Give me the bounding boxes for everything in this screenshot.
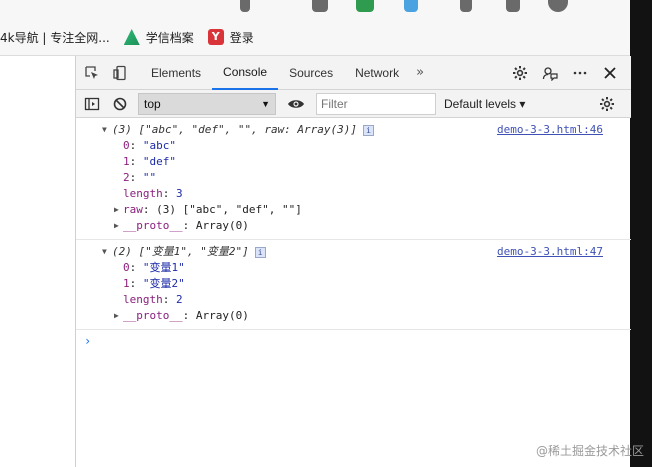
log-entry-header[interactable]: ▼ (2) ["变量1", "变量2"] i demo-3-3.html:47 [76, 244, 631, 260]
eye-icon[interactable] [282, 87, 310, 121]
context-selector[interactable]: top ▼ [138, 92, 276, 115]
more-tabs-button[interactable]: » [410, 65, 430, 80]
close-icon[interactable] [595, 56, 625, 90]
tab-fragment [356, 0, 374, 12]
prompt-chevron-icon: › [84, 334, 92, 348]
expand-arrow-icon[interactable]: ▶ [114, 202, 119, 218]
info-icon[interactable]: i [254, 246, 266, 258]
browser-chrome: 4k导航 | 专注全网... 学信档案 Y 登录 [0, 0, 630, 56]
tab-fragment [506, 0, 520, 12]
expand-arrow-icon[interactable]: ▶ [114, 308, 119, 324]
devtools-actions [505, 56, 625, 90]
log-entry: ▼ (2) ["变量1", "变量2"] i demo-3-3.html:47 0… [76, 240, 631, 330]
array-length: length: 3 [123, 187, 183, 200]
info-icon[interactable]: i [363, 124, 375, 136]
array-item: 1: "def" [123, 155, 176, 168]
proto-property[interactable]: ▶ __proto__: Array(0) [76, 308, 631, 324]
clear-console-icon[interactable] [106, 87, 134, 121]
bookmark-xuexin[interactable]: 学信档案 [123, 29, 194, 46]
array-summary: (2) ["变量1", "变量2"] [112, 245, 249, 258]
sidebar-toggle-icon[interactable] [78, 87, 106, 121]
tab-elements[interactable]: Elements [140, 56, 212, 90]
console-toolbar: top ▼ Default levels ▾ [76, 90, 631, 118]
proto-property[interactable]: ▶ __proto__: Array(0) [76, 218, 631, 234]
source-link[interactable]: demo-3-3.html:47 [497, 244, 603, 260]
devtools-panel: Elements Console Sources Network » top ▼… [75, 56, 631, 467]
console-log: ▼ (3) ["abc", "def", "", raw: Array(3)] i… [76, 118, 631, 352]
filter-input[interactable] [316, 92, 436, 115]
raw-property[interactable]: ▶ raw: (3) ["abc", "def", ""] [76, 202, 631, 218]
devtools-tab-bar: Elements Console Sources Network » [76, 56, 631, 90]
array-length: length: 2 [123, 293, 183, 306]
console-settings [593, 90, 621, 118]
dropdown-arrow-icon: ▼ [261, 98, 270, 109]
inspect-element-icon[interactable] [78, 56, 106, 90]
array-item: 0: "变量1" [123, 261, 185, 274]
expand-arrow-icon[interactable]: ▼ [102, 122, 107, 138]
array-item: 1: "变量2" [123, 277, 185, 290]
console-prompt[interactable]: › [76, 330, 631, 352]
xuexin-logo-icon [123, 29, 140, 45]
tab-sources[interactable]: Sources [278, 56, 344, 90]
expand-arrow-icon[interactable]: ▶ [114, 218, 119, 234]
watermark: @稀土掘金技术社区 [535, 444, 644, 458]
more-options-icon[interactable] [565, 56, 595, 90]
tab-network[interactable]: Network [344, 56, 410, 90]
tab-console[interactable]: Console [212, 56, 279, 90]
bookmark-label: 学信档案 [145, 30, 194, 45]
array-item: 2: "" [123, 171, 157, 184]
bookmarks-bar: 4k导航 | 专注全网... 学信档案 Y 登录 [0, 24, 268, 50]
avatar-fragment [548, 0, 568, 12]
tab-fragment [240, 0, 250, 12]
bookmark-login[interactable]: Y 登录 [207, 29, 254, 46]
gear-icon[interactable] [505, 56, 535, 90]
tab-strip-fragments [0, 0, 630, 20]
page-content-left [0, 56, 75, 467]
log-levels-dropdown[interactable]: Default levels ▾ [444, 97, 525, 111]
context-value: top [144, 96, 161, 111]
expand-arrow-icon[interactable]: ▼ [102, 244, 107, 260]
tab-fragment [312, 0, 328, 12]
array-item: 0: "abc" [123, 139, 176, 152]
console-gear-icon[interactable] [593, 87, 621, 121]
bookmark-4k[interactable]: 4k导航 | 专注全网... [0, 29, 110, 46]
array-summary: (3) ["abc", "def", "", raw: Array(3)] [112, 123, 358, 136]
device-toolbar-icon[interactable] [106, 56, 134, 90]
source-link[interactable]: demo-3-3.html:46 [497, 122, 603, 138]
bookmark-label: 登录 [229, 30, 254, 45]
feedback-icon[interactable] [535, 56, 565, 90]
tab-fragment [404, 0, 418, 12]
login-logo-icon: Y [207, 29, 224, 45]
log-entry-header[interactable]: ▼ (3) ["abc", "def", "", raw: Array(3)] i… [76, 122, 631, 138]
tab-fragment [460, 0, 472, 12]
bookmark-label: 4k导航 | 专注全网... [0, 30, 110, 45]
log-entry: ▼ (3) ["abc", "def", "", raw: Array(3)] i… [76, 118, 631, 240]
